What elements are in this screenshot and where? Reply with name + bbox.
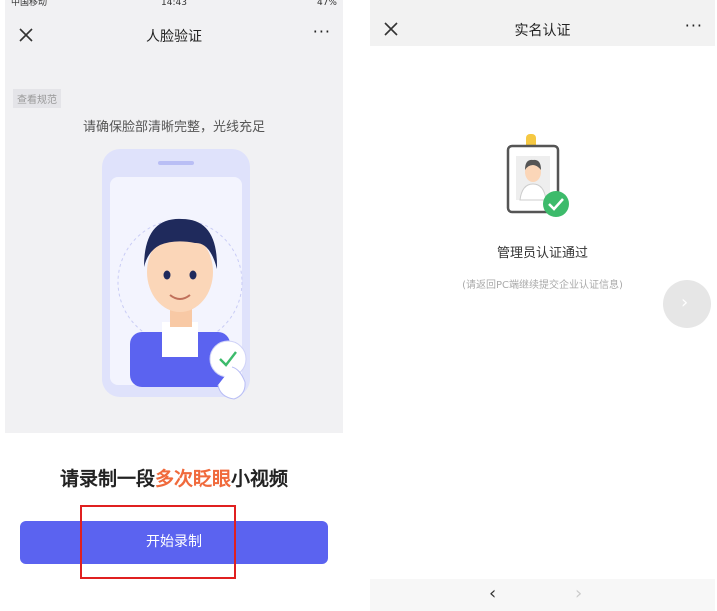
back-arrow-icon[interactable]: ‹ xyxy=(489,583,496,604)
auth-success-subtitle: (请返回PC端继续提交企业认证信息) xyxy=(462,280,623,291)
prompt-prefix: 请录制一段 xyxy=(59,468,155,490)
nav-bar: 人脸验证 ··· xyxy=(5,18,343,52)
face-hint-text: 请确保脸部清晰完整，光线充足 xyxy=(82,120,265,135)
battery-label: 47% xyxy=(316,0,337,8)
record-prompt: 请录制一段多次眨眼小视频 xyxy=(5,464,343,491)
real-name-auth-screen: 实名认证 ··· 管理员认证通过 (请返回PC端继续提交企业认证信息) › ‹ … xyxy=(370,0,715,611)
auth-success-title: 管理员认证通过 xyxy=(496,246,588,261)
face-verify-screen: 中国移动 14:43 47% 人脸验证 ··· 查看规范 请确保脸部清晰完整，光… xyxy=(5,0,343,611)
carrier-label: 中国移动 xyxy=(11,0,48,8)
status-bar: 中国移动 14:43 47% xyxy=(5,0,343,12)
prompt-suffix: 小视频 xyxy=(231,468,289,490)
status-time: 14:43 xyxy=(161,0,187,8)
forward-arrow-icon[interactable]: › xyxy=(575,583,582,604)
nav-bar: 实名认证 ··· xyxy=(370,12,715,46)
page-title: 人脸验证 xyxy=(146,29,202,45)
result-card: 管理员认证通过 (请返回PC端继续提交企业认证信息) xyxy=(370,46,715,579)
browser-bottom-nav: ‹ › xyxy=(370,579,715,611)
record-panel: 请录制一段多次眨眼小视频 开始录制 xyxy=(5,433,343,611)
start-record-button[interactable]: 开始录制 xyxy=(20,521,328,564)
more-menu-button[interactable]: ··· xyxy=(685,16,703,35)
floating-next-button[interactable]: › xyxy=(663,280,711,328)
more-menu-button[interactable]: ··· xyxy=(313,22,331,41)
face-scan-illustration xyxy=(102,149,250,400)
view-spec-link[interactable]: 查看规范 xyxy=(13,89,61,108)
chevron-right-icon: › xyxy=(681,292,689,313)
prompt-highlight: 多次眨眼 xyxy=(154,468,231,490)
admin-badge-icon xyxy=(506,134,569,217)
page-title: 实名认证 xyxy=(514,23,571,39)
